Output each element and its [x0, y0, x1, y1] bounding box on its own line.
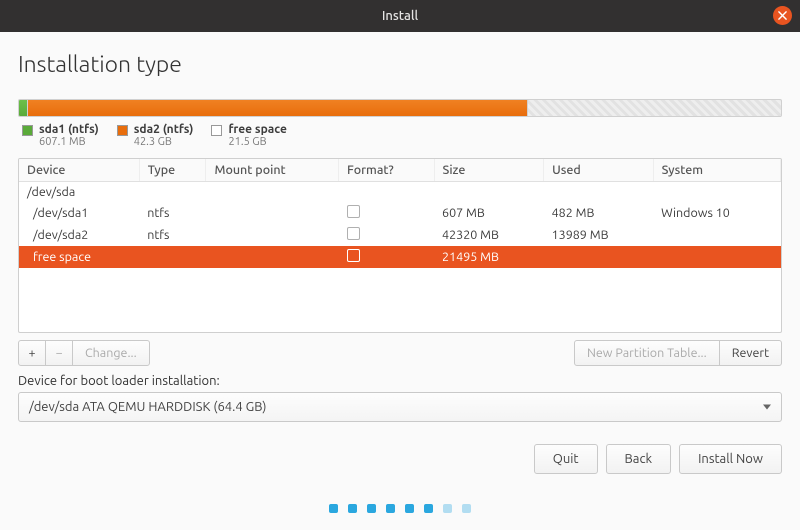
format-checkbox[interactable] — [347, 205, 360, 218]
table-cell — [544, 182, 654, 203]
table-cell — [206, 182, 339, 203]
table-cell — [653, 182, 780, 203]
partition-toolbar: + − Change... New Partition Table... Rev… — [18, 340, 782, 366]
close-icon — [778, 11, 787, 20]
titlebar: Install — [0, 0, 800, 32]
partition-edit-group: + − Change... — [18, 340, 150, 366]
table-cell — [206, 202, 339, 224]
table-cell — [339, 224, 435, 246]
disk-usage-bar — [18, 99, 782, 117]
disk-legend: sda1 (ntfs)607.1 MB sda2 (ntfs)42.3 GB fre… — [22, 123, 782, 148]
table-cell — [139, 182, 206, 203]
format-checkbox[interactable] — [347, 249, 360, 262]
chevron-down-icon — [763, 405, 771, 410]
legend-size: 21.5 GB — [228, 136, 286, 148]
install-now-button[interactable]: Install Now — [679, 444, 782, 474]
legend-label: sda2 (ntfs) — [134, 123, 194, 136]
change-partition-button[interactable]: Change... — [72, 340, 150, 366]
table-row[interactable]: /dev/sda2ntfs 42320 MB13989 MB — [19, 224, 781, 246]
table-cell: /dev/sda — [19, 182, 139, 203]
back-button[interactable]: Back — [606, 444, 672, 474]
revert-button[interactable]: Revert — [719, 340, 782, 366]
table-cell — [206, 246, 339, 268]
column-header[interactable]: Device — [19, 159, 139, 182]
legend-swatch — [22, 125, 33, 136]
remove-partition-button[interactable]: − — [45, 340, 73, 366]
column-header[interactable]: Type — [139, 159, 206, 182]
table-body: /dev/sda/dev/sda1ntfs 607 MB482 MBWindows… — [19, 182, 781, 269]
table-cell: Windows 10 — [653, 202, 780, 224]
table-header-row: DeviceTypeMount pointFormat?SizeUsedSyst… — [19, 159, 781, 182]
table-cell: ntfs — [139, 202, 206, 224]
legend-swatch — [117, 125, 128, 136]
table-cell: 21495 MB — [434, 246, 544, 268]
progress-dot — [367, 504, 376, 513]
table-cell: 13989 MB — [544, 224, 654, 246]
legend-size: 42.3 GB — [134, 136, 194, 148]
column-header[interactable]: Mount point — [206, 159, 339, 182]
table-cell: 607 MB — [434, 202, 544, 224]
progress-indicator — [18, 504, 782, 513]
table-cell — [653, 246, 780, 268]
content-area: Installation type sda1 (ntfs)607.1 MBsda… — [0, 32, 800, 523]
disk-segment-sda1 — [19, 100, 28, 116]
progress-dot — [405, 504, 414, 513]
legend-item-free: free space21.5 GB — [211, 123, 286, 148]
quit-button[interactable]: Quit — [534, 444, 598, 474]
partition-table-group: New Partition Table... Revert — [574, 340, 782, 366]
column-header[interactable]: Size — [434, 159, 544, 182]
bootloader-device-select[interactable]: /dev/sda ATA QEMU HARDDISK (64.4 GB) — [18, 392, 782, 422]
footer-buttons: Quit Back Install Now — [18, 444, 782, 474]
table-row[interactable]: /dev/sda1ntfs 607 MB482 MBWindows 10 — [19, 202, 781, 224]
close-button[interactable] — [773, 6, 792, 25]
bootloader-label: Device for boot loader installation: — [18, 374, 782, 388]
disk-segment-free — [528, 100, 781, 116]
table-cell — [339, 202, 435, 224]
column-header[interactable]: Format? — [339, 159, 435, 182]
legend-label: sda1 (ntfs) — [39, 123, 99, 136]
table-cell: /dev/sda1 — [19, 202, 139, 224]
table-cell — [206, 224, 339, 246]
table-cell — [653, 224, 780, 246]
page-title: Installation type — [18, 52, 782, 77]
column-header[interactable]: Used — [544, 159, 654, 182]
table-cell: ntfs — [139, 224, 206, 246]
legend-item-sda2: sda2 (ntfs)42.3 GB — [117, 123, 194, 148]
progress-dot — [348, 504, 357, 513]
table-cell: free space — [19, 246, 139, 268]
table-cell — [339, 246, 435, 268]
progress-dot — [462, 504, 471, 513]
table-cell: /dev/sda2 — [19, 224, 139, 246]
window-title: Install — [382, 9, 418, 23]
new-partition-table-button[interactable]: New Partition Table... — [574, 340, 720, 366]
add-partition-button[interactable]: + — [18, 340, 46, 366]
disk-segment-sda2 — [28, 100, 528, 116]
legend-label: free space — [228, 123, 286, 136]
partition-table: DeviceTypeMount pointFormat?SizeUsedSyst… — [18, 158, 782, 333]
progress-dot — [329, 504, 338, 513]
legend-swatch — [211, 125, 222, 136]
progress-dot — [424, 504, 433, 513]
bootloader-device-value: /dev/sda ATA QEMU HARDDISK (64.4 GB) — [29, 400, 266, 414]
table-row[interactable]: free space 21495 MB — [19, 246, 781, 268]
progress-dot — [443, 504, 452, 513]
column-header[interactable]: System — [653, 159, 780, 182]
legend-size: 607.1 MB — [39, 136, 99, 148]
table-cell — [434, 182, 544, 203]
table-cell — [339, 182, 435, 203]
table-cell: 482 MB — [544, 202, 654, 224]
table-row[interactable]: /dev/sda — [19, 182, 781, 203]
format-checkbox[interactable] — [347, 227, 360, 240]
legend-item-sda1: sda1 (ntfs)607.1 MB — [22, 123, 99, 148]
table-cell — [139, 246, 206, 268]
table-cell: 42320 MB — [434, 224, 544, 246]
progress-dot — [386, 504, 395, 513]
table-cell — [544, 246, 654, 268]
